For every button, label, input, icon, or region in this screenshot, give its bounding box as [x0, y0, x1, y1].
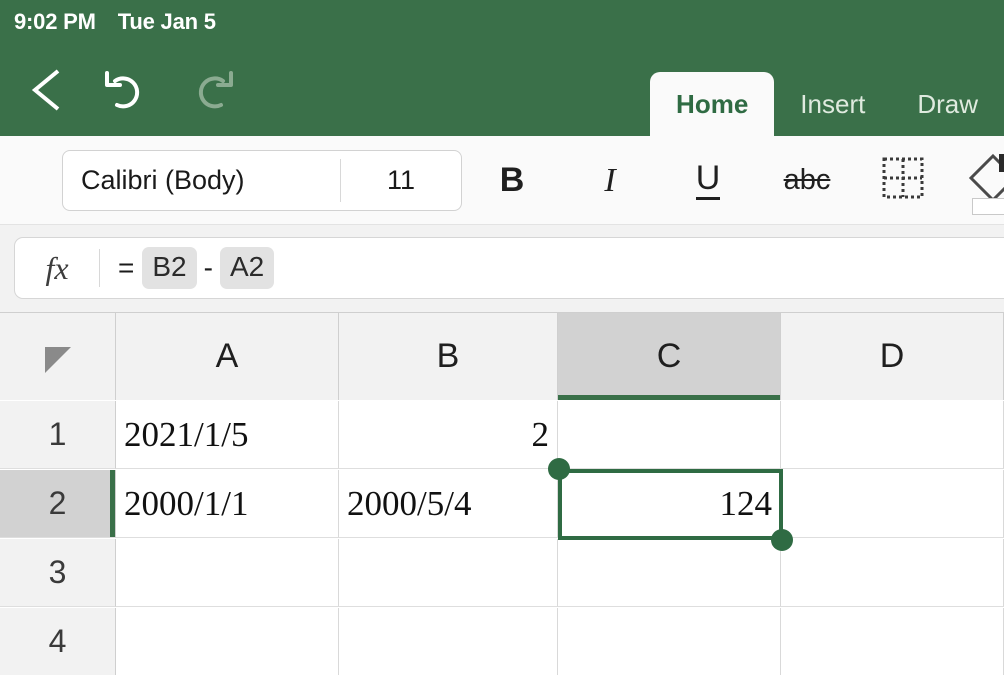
column-header-b[interactable]: B: [339, 313, 558, 400]
borders-button[interactable]: [872, 150, 934, 211]
redo-icon: [185, 67, 235, 113]
cell-c2[interactable]: 124: [558, 470, 781, 538]
spreadsheet-grid: A B C D 1 2 3 4 2021/1/5 2 2000/1/1 2000…: [0, 312, 1004, 675]
back-button[interactable]: [18, 62, 74, 118]
cell-b2[interactable]: 2000/5/4: [339, 470, 558, 538]
italic-button[interactable]: I: [580, 150, 640, 211]
font-selector[interactable]: Calibri (Body) 11: [62, 150, 462, 211]
formula-operator: -: [203, 252, 213, 283]
column-header-row: A B C D: [0, 313, 1004, 400]
select-all-triangle-icon: [44, 346, 71, 373]
row-header-2[interactable]: 2: [0, 470, 116, 538]
select-all-corner[interactable]: [0, 313, 116, 400]
formula-ref-a2[interactable]: A2: [219, 247, 275, 289]
tab-home[interactable]: Home: [650, 72, 775, 136]
cell-b4[interactable]: [339, 608, 558, 675]
font-size-field[interactable]: 11: [341, 151, 461, 210]
cell-a4[interactable]: [116, 608, 339, 675]
tab-insert[interactable]: Insert: [774, 72, 891, 136]
cell-a2[interactable]: 2000/1/1: [116, 470, 339, 538]
ribbon-tabs: Home Insert Draw: [650, 72, 1004, 136]
formula-equals: =: [118, 252, 135, 283]
fill-color-swatch[interactable]: [972, 198, 1004, 215]
column-header-c[interactable]: C: [558, 313, 781, 400]
underline-label: U: [695, 161, 721, 200]
fx-icon[interactable]: fx: [15, 250, 99, 287]
bold-button[interactable]: B: [482, 150, 542, 211]
row-header-4[interactable]: 4: [0, 608, 116, 675]
cell-d4[interactable]: [781, 608, 1004, 675]
undo-button[interactable]: [100, 62, 156, 118]
undo-icon: [103, 67, 153, 113]
redo-button[interactable]: [182, 62, 238, 118]
tab-draw[interactable]: Draw: [891, 72, 1004, 136]
column-header-a[interactable]: A: [116, 313, 339, 400]
column-header-d[interactable]: D: [781, 313, 1004, 400]
row-header-1[interactable]: 1: [0, 401, 116, 469]
formula-bar-region: fx = B2 - A2: [0, 225, 1004, 312]
cell-c1[interactable]: [558, 401, 781, 469]
formula-bar[interactable]: fx = B2 - A2: [14, 237, 1004, 299]
formula-content[interactable]: = B2 - A2: [100, 247, 275, 289]
selection-handle-top-left[interactable]: [548, 458, 570, 480]
font-name-field[interactable]: Calibri (Body): [63, 151, 340, 210]
status-bar-date: Tue Jan 5: [117, 9, 216, 34]
strikethrough-button[interactable]: abc: [772, 150, 842, 211]
cell-c3[interactable]: [558, 539, 781, 607]
cell-a3[interactable]: [116, 539, 339, 607]
cell-b3[interactable]: [339, 539, 558, 607]
status-bar: 9:02 PM Tue Jan 5: [0, 0, 1004, 44]
chevron-left-icon: [28, 67, 64, 113]
cell-a1[interactable]: 2021/1/5: [116, 401, 339, 469]
underline-button[interactable]: U: [678, 150, 738, 211]
ribbon-header: Home Insert Draw: [0, 44, 1004, 136]
cell-d2[interactable]: [781, 470, 1004, 538]
formula-ref-b2[interactable]: B2: [142, 247, 197, 289]
cell-c4[interactable]: [558, 608, 781, 675]
cell-d1[interactable]: [781, 401, 1004, 469]
row-header-3[interactable]: 3: [0, 539, 116, 607]
status-bar-time: 9:02 PM: [14, 9, 96, 34]
cell-b1[interactable]: 2: [339, 401, 558, 469]
cell-d3[interactable]: [781, 539, 1004, 607]
spreadsheet-app: 9:02 PM Tue Jan 5 Home Insert Draw Calib…: [0, 0, 1004, 675]
selection-handle-bottom-right[interactable]: [771, 529, 793, 551]
borders-grid-icon: [882, 157, 924, 204]
nav-icon-group: [18, 44, 238, 136]
format-toolbar: Calibri (Body) 11 B I U abc: [0, 136, 1004, 225]
